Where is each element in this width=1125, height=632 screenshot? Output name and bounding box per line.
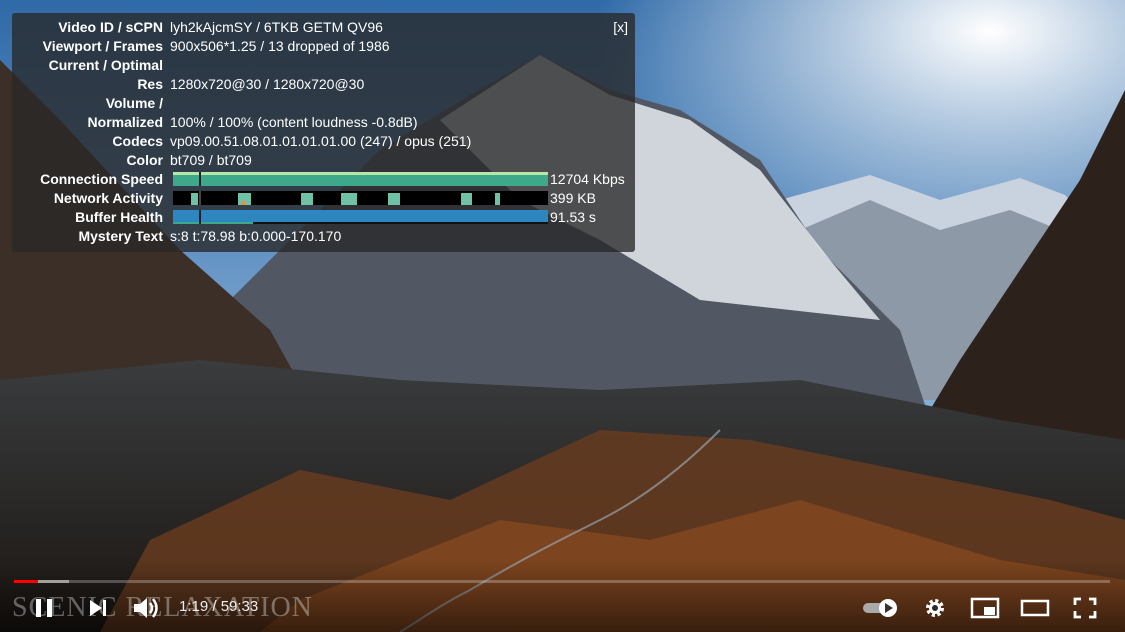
stats-value: 399 KB bbox=[550, 190, 596, 206]
stats-label: Volume / bbox=[105, 95, 163, 111]
stats-row-video-id: Video ID / sCPN lyh2kAjcmSY / 6TKB GETM … bbox=[12, 18, 632, 37]
stats-label: Current / Optimal bbox=[48, 57, 163, 73]
stats-value: s:8 t:78.98 b:0.000-170.170 bbox=[170, 228, 342, 244]
stats-label: Network Activity bbox=[53, 190, 163, 206]
volume-icon bbox=[134, 598, 158, 618]
stats-label: Normalized bbox=[87, 114, 163, 130]
stats-row-viewport: Viewport / Frames 900x506*1.25 / 13 drop… bbox=[12, 37, 632, 56]
autoplay-toggle[interactable] bbox=[860, 594, 900, 622]
stats-value: 91.53 s bbox=[550, 209, 596, 225]
stats-row-normalized: Normalized 100% / 100% (content loudness… bbox=[12, 113, 632, 132]
stats-for-nerds-panel: [x] Video ID / sCPN lyh2kAjcmSY / 6TKB G… bbox=[12, 13, 635, 252]
stats-value: 1280x720@30 / 1280x720@30 bbox=[170, 76, 365, 92]
stats-row-codecs: Codecs vp09.00.51.08.01.01.01.01.00 (247… bbox=[12, 132, 632, 151]
fullscreen-icon bbox=[1073, 597, 1097, 619]
miniplayer-button[interactable] bbox=[968, 594, 1002, 622]
theater-mode-button[interactable] bbox=[1018, 594, 1052, 622]
stats-label: Res bbox=[137, 76, 163, 92]
settings-icon bbox=[926, 599, 944, 617]
stats-row-network-activity: Network Activity 399 KB bbox=[12, 189, 632, 208]
stats-value: 12704 Kbps bbox=[550, 171, 625, 187]
stats-value: vp09.00.51.08.01.01.01.01.00 (247) / opu… bbox=[170, 133, 472, 149]
stats-label: Connection Speed bbox=[40, 171, 163, 187]
volume-button[interactable] bbox=[130, 594, 162, 622]
stats-label: Buffer Health bbox=[75, 209, 163, 225]
stats-value: 100% / 100% (content loudness -0.8dB) bbox=[170, 114, 418, 130]
stats-label: Viewport / Frames bbox=[42, 38, 163, 54]
progress-played bbox=[14, 580, 39, 583]
stats-row-current-optimal: Current / Optimal bbox=[12, 56, 632, 75]
stats-label: Video ID / sCPN bbox=[58, 19, 163, 35]
buffer-health-graph bbox=[173, 210, 548, 224]
connection-speed-graph bbox=[173, 172, 548, 186]
stats-value: 900x506*1.25 / 13 dropped of 1986 bbox=[170, 38, 390, 54]
stats-label: Codecs bbox=[112, 133, 163, 149]
stats-row-volume: Volume / bbox=[12, 94, 632, 113]
time-display: 1:19 / 59:33 bbox=[179, 598, 259, 615]
pause-icon bbox=[36, 599, 52, 617]
stats-row-res: Res 1280x720@30 / 1280x720@30 bbox=[12, 75, 632, 94]
miniplayer-icon bbox=[970, 597, 1000, 619]
next-icon bbox=[90, 600, 106, 616]
stats-value: lyh2kAjcmSY / 6TKB GETM QV96 bbox=[170, 19, 383, 35]
settings-button[interactable] bbox=[920, 594, 950, 622]
next-button[interactable] bbox=[84, 594, 112, 622]
pause-button[interactable] bbox=[30, 594, 58, 622]
network-activity-graph bbox=[173, 191, 548, 205]
stats-row-connection-speed: Connection Speed 12704 Kbps bbox=[12, 170, 632, 189]
progress-bar[interactable] bbox=[14, 580, 1110, 583]
stats-row-buffer-health: Buffer Health 91.53 s bbox=[12, 208, 632, 227]
fullscreen-button[interactable] bbox=[1070, 594, 1100, 622]
stats-value: bt709 / bt709 bbox=[170, 152, 252, 168]
stats-row-mystery-text: Mystery Text s:8 t:78.98 b:0.000-170.170 bbox=[12, 227, 632, 246]
stats-row-color: Color bt709 / bt709 bbox=[12, 151, 632, 170]
stats-label: Mystery Text bbox=[78, 228, 163, 244]
autoplay-toggle-icon bbox=[863, 599, 897, 617]
theater-icon bbox=[1020, 599, 1050, 617]
stats-label: Color bbox=[126, 152, 163, 168]
